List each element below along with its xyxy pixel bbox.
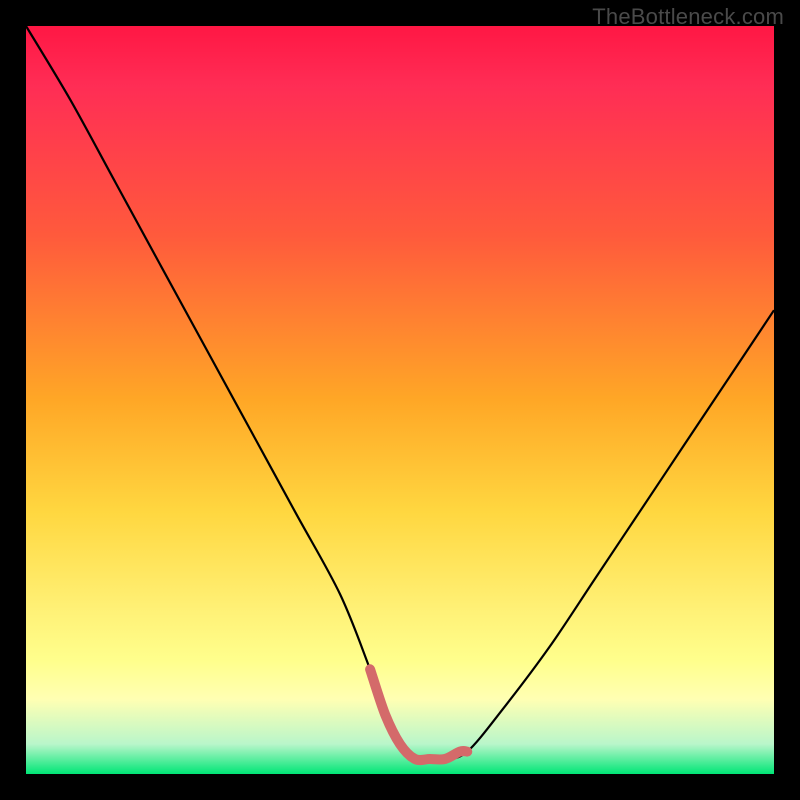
chart-plot-area (26, 26, 774, 774)
valley-accent-segment (370, 669, 467, 760)
bottleneck-curve (26, 26, 774, 760)
chart-svg (26, 26, 774, 774)
watermark-label: TheBottleneck.com (592, 4, 784, 30)
chart-frame: TheBottleneck.com (0, 0, 800, 800)
